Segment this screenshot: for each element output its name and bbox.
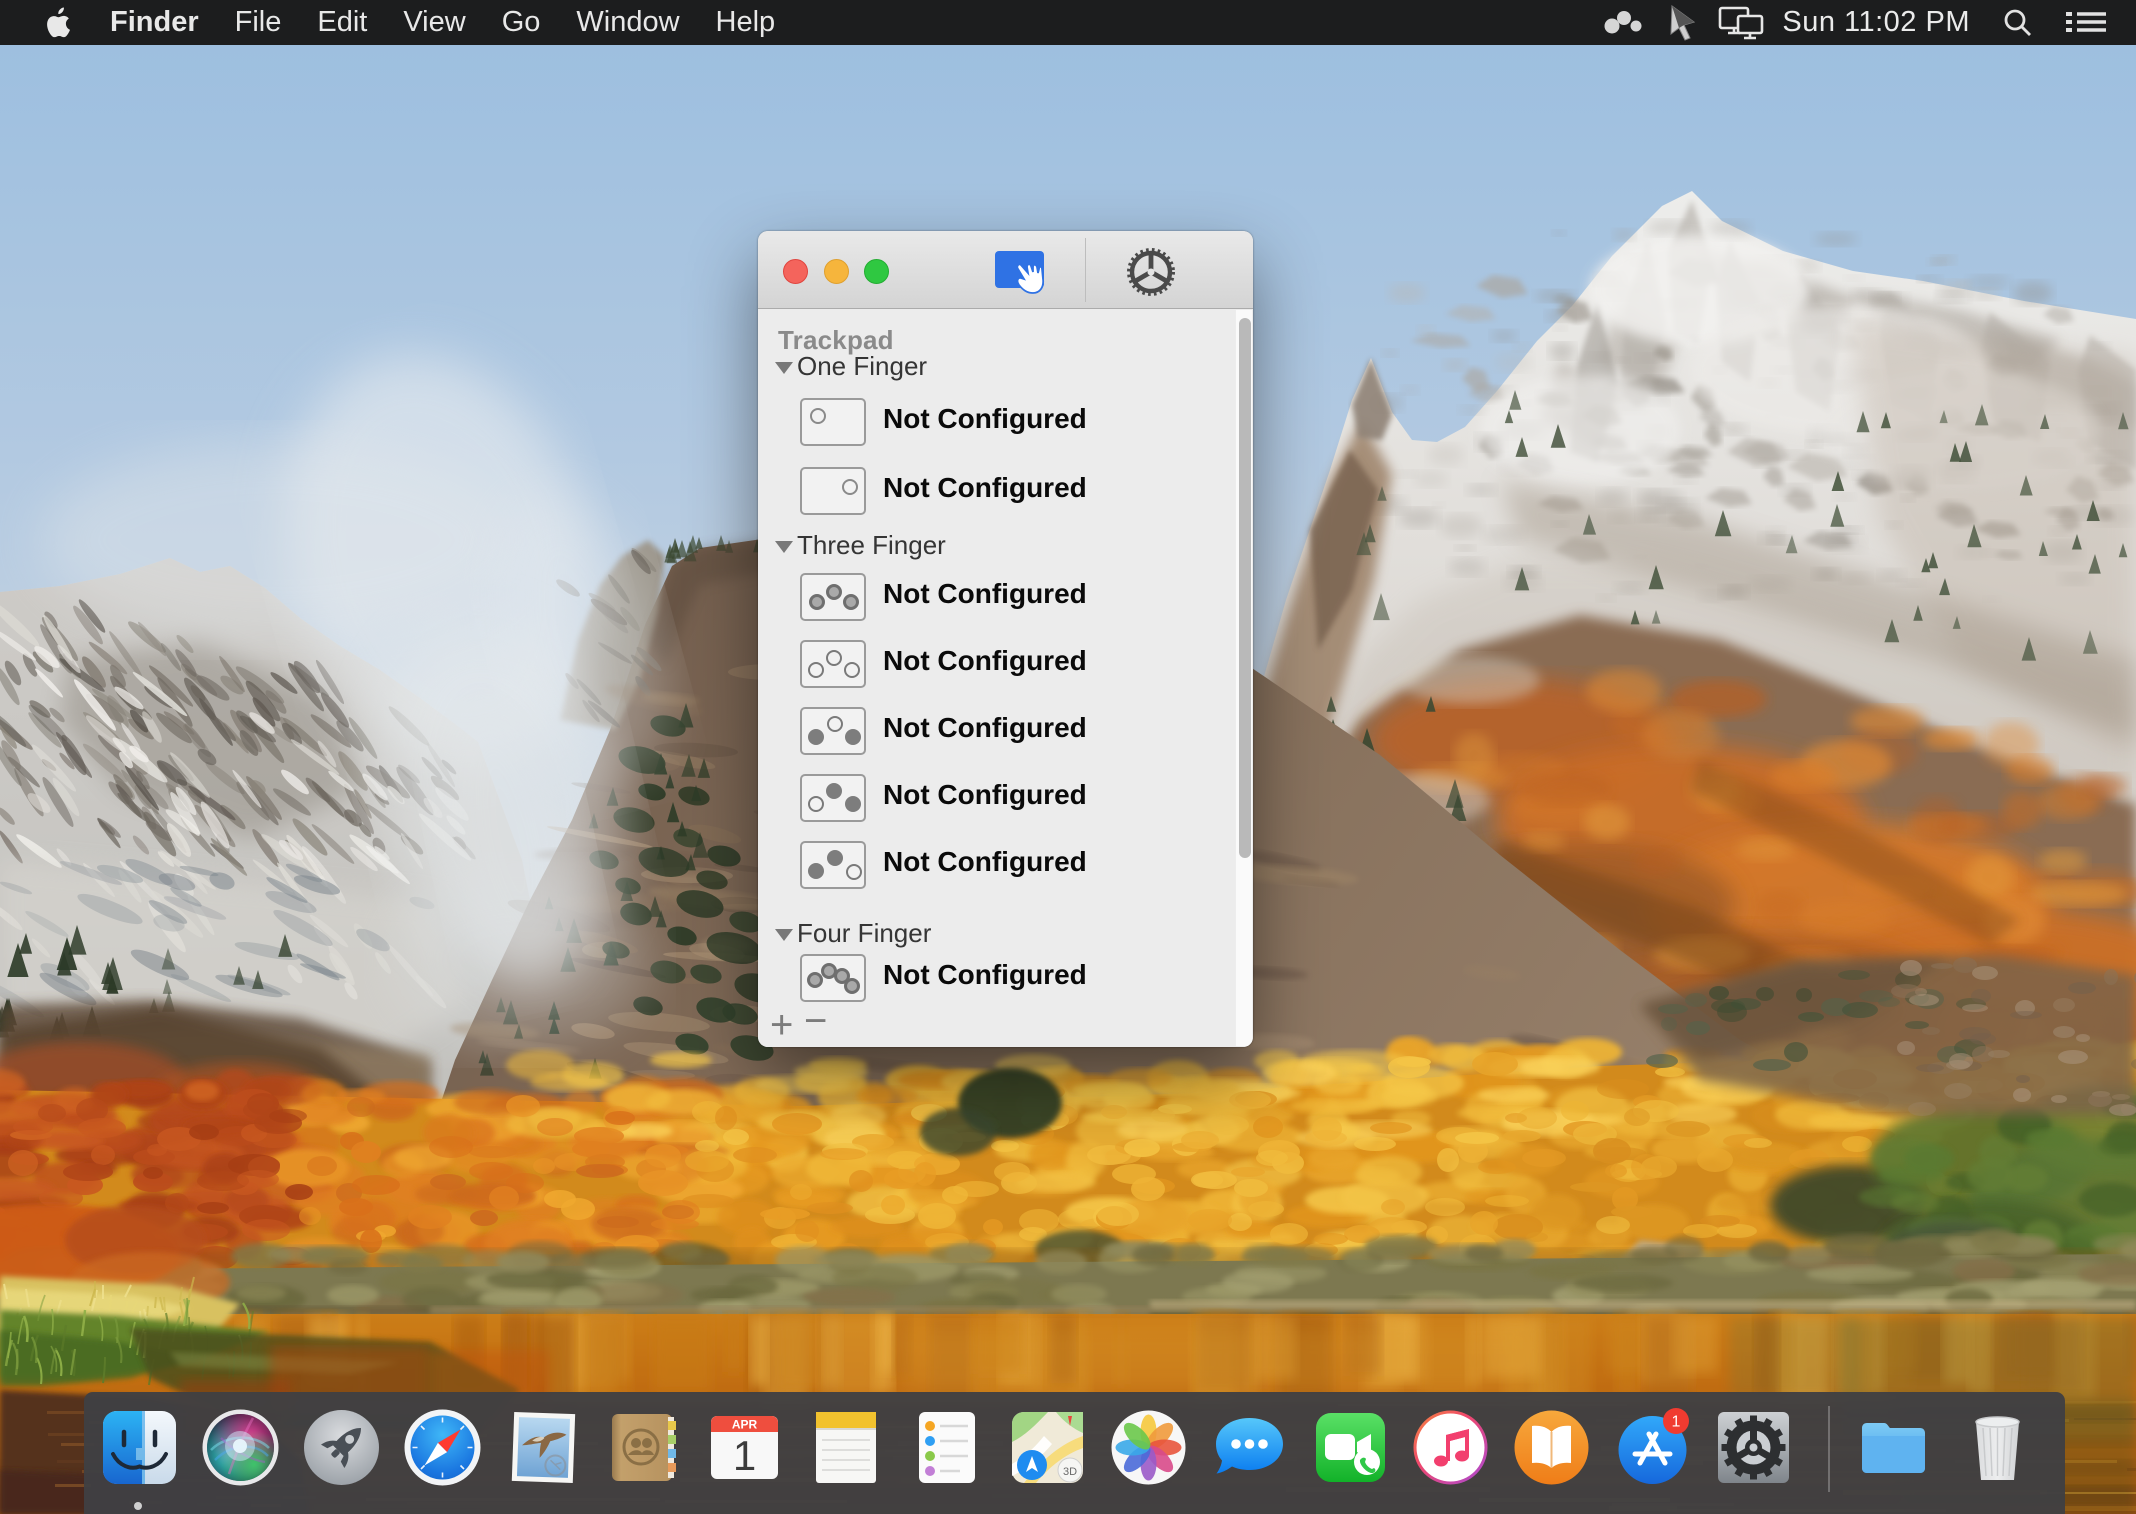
svg-text:3D: 3D	[1063, 1466, 1077, 1478]
svg-text:1: 1	[1672, 1414, 1681, 1431]
svg-text:1: 1	[733, 1432, 756, 1479]
svg-text:APR: APR	[732, 1418, 758, 1432]
